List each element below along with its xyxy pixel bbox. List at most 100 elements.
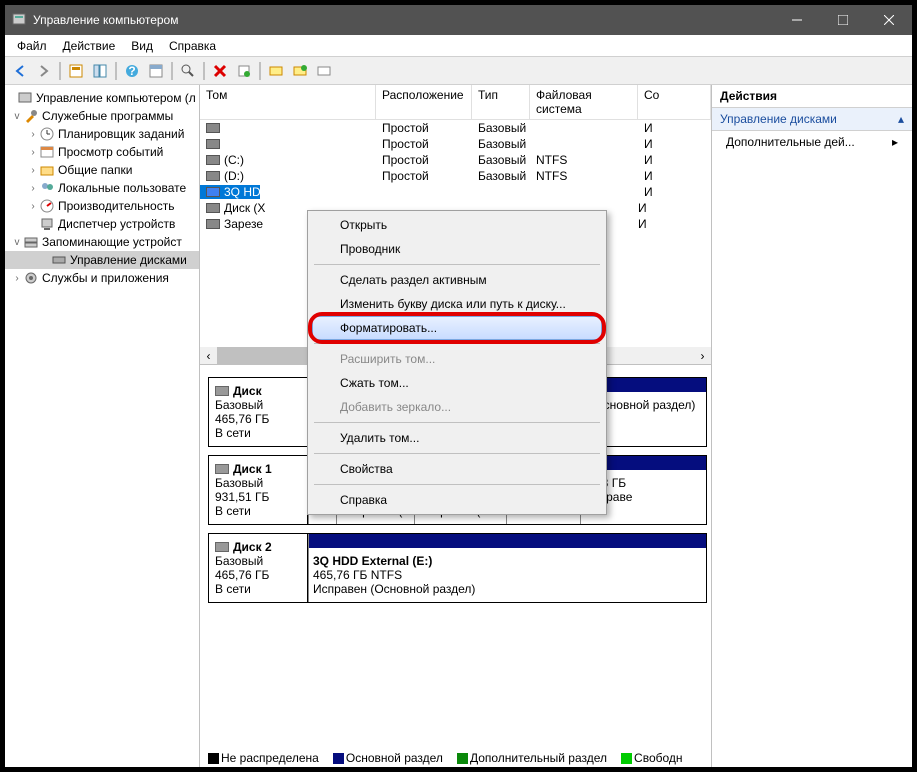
disk-type: Базовый bbox=[215, 398, 301, 412]
disk-label[interactable]: Диск Базовый 465,76 ГБ В сети bbox=[208, 377, 308, 447]
tree-services[interactable]: ›Службы и приложения bbox=[5, 269, 199, 287]
disk-icon bbox=[51, 252, 67, 268]
tree-label: Планировщик заданий bbox=[58, 127, 184, 141]
toolbar-btn-7[interactable] bbox=[289, 60, 311, 82]
forward-button[interactable] bbox=[33, 60, 55, 82]
tree-label: Производительность bbox=[58, 199, 174, 213]
disk-name: Диск 1 bbox=[233, 462, 272, 476]
app-icon bbox=[5, 12, 33, 28]
delete-icon[interactable] bbox=[209, 60, 231, 82]
disk-type: Базовый bbox=[215, 476, 301, 490]
volume-icon bbox=[206, 171, 220, 181]
tree-label: Службы и приложения bbox=[42, 271, 169, 285]
toolbar-btn-5[interactable] bbox=[233, 60, 255, 82]
disk-label[interactable]: Диск 1 Базовый 931,51 ГБ В сети bbox=[208, 455, 308, 525]
volume-icon bbox=[206, 187, 220, 197]
tree-utilities[interactable]: vСлужебные программы bbox=[5, 107, 199, 125]
volume-row[interactable]: (D:)ПростойБазовыйNTFSИ bbox=[200, 168, 711, 184]
tree-label: Запоминающие устройст bbox=[42, 235, 182, 249]
ctx-shrink[interactable]: Сжать том... bbox=[310, 371, 604, 395]
tree-users[interactable]: ›Локальные пользовате bbox=[5, 179, 199, 197]
menubar: Файл Действие Вид Справка bbox=[5, 35, 912, 57]
col-fs[interactable]: Файловая система bbox=[530, 85, 638, 119]
device-icon bbox=[39, 216, 55, 232]
maximize-button[interactable] bbox=[820, 5, 866, 35]
volume-name: Диск (X bbox=[224, 201, 265, 215]
tree-devmgr[interactable]: Диспетчер устройств bbox=[5, 215, 199, 233]
close-button[interactable] bbox=[866, 5, 912, 35]
volume-list-header: Том Расположение Тип Файловая система Со bbox=[200, 85, 711, 120]
tree-label: Служебные программы bbox=[42, 109, 173, 123]
drive-icon bbox=[215, 464, 229, 474]
tree-storage[interactable]: vЗапоминающие устройст bbox=[5, 233, 199, 251]
toolbar-btn-2[interactable] bbox=[89, 60, 111, 82]
volume-name: 3Q HDD bbox=[224, 185, 260, 199]
ctx-make-active[interactable]: Сделать раздел активным bbox=[310, 268, 604, 292]
ctx-properties[interactable]: Свойства bbox=[310, 457, 604, 481]
legend-swatch-free bbox=[621, 753, 632, 764]
window-title: Управление компьютером bbox=[33, 13, 774, 27]
volume-row-selected[interactable]: 3Q HDDИ bbox=[200, 184, 711, 200]
svg-text:?: ? bbox=[128, 64, 135, 78]
collapse-icon: ▴ bbox=[898, 112, 904, 126]
ctx-explorer[interactable]: Проводник bbox=[310, 237, 604, 261]
col-layout[interactable]: Расположение bbox=[376, 85, 472, 119]
toolbar-btn-6[interactable] bbox=[265, 60, 287, 82]
volume-icon bbox=[206, 155, 220, 165]
col-type[interactable]: Тип bbox=[472, 85, 530, 119]
volume-name: (C:) bbox=[224, 153, 244, 167]
ctx-format[interactable]: Форматировать... bbox=[310, 316, 604, 340]
disk-label[interactable]: Диск 2 Базовый 465,76 ГБ В сети bbox=[208, 533, 308, 603]
tree-shared[interactable]: ›Общие папки bbox=[5, 161, 199, 179]
tree-label: Просмотр событий bbox=[58, 145, 163, 159]
toolbar-btn-3[interactable] bbox=[145, 60, 167, 82]
ctx-open[interactable]: Открыть bbox=[310, 213, 604, 237]
tree-scheduler[interactable]: ›Планировщик заданий bbox=[5, 125, 199, 143]
volume-name: Зарезе bbox=[224, 217, 263, 231]
events-icon bbox=[39, 144, 55, 160]
volume-row[interactable]: ПростойБазовыйИ bbox=[200, 120, 711, 136]
actions-header: Действия bbox=[712, 85, 912, 108]
toolbar-btn-8[interactable] bbox=[313, 60, 335, 82]
toolbar-btn-4[interactable] bbox=[177, 60, 199, 82]
menu-action[interactable]: Действие bbox=[55, 37, 124, 55]
services-icon bbox=[23, 270, 39, 286]
partition[interactable]: 3Q HDD External (E:)465,76 ГБ NTFSИсправ… bbox=[308, 534, 706, 602]
disk-size: 931,51 ГБ bbox=[215, 490, 301, 504]
volume-row[interactable]: ПростойБазовыйИ bbox=[200, 136, 711, 152]
tree-label: Диспетчер устройств bbox=[58, 217, 175, 231]
actions-more[interactable]: Дополнительные дей... ▸ bbox=[712, 131, 912, 153]
tree-diskmgmt[interactable]: Управление дисками bbox=[5, 251, 199, 269]
ctx-extend: Расширить том... bbox=[310, 347, 604, 371]
titlebar: Управление компьютером bbox=[5, 5, 912, 35]
chevron-right-icon: ▸ bbox=[892, 135, 898, 149]
back-button[interactable] bbox=[9, 60, 31, 82]
col-volume[interactable]: Том bbox=[200, 85, 376, 119]
folder-icon bbox=[39, 162, 55, 178]
legend-swatch-extended bbox=[457, 753, 468, 764]
volume-icon bbox=[206, 123, 220, 133]
col-status[interactable]: Со bbox=[638, 85, 711, 119]
disk-block-2: Диск 2 Базовый 465,76 ГБ В сети 3Q HDD E… bbox=[208, 533, 707, 603]
menu-file[interactable]: Файл bbox=[9, 37, 55, 55]
toolbar-btn-1[interactable] bbox=[65, 60, 87, 82]
disk-name: Диск bbox=[233, 384, 262, 398]
clock-icon bbox=[39, 126, 55, 142]
minimize-button[interactable] bbox=[774, 5, 820, 35]
tree-events[interactable]: ›Просмотр событий bbox=[5, 143, 199, 161]
volume-row[interactable]: (C:)ПростойБазовыйNTFSИ bbox=[200, 152, 711, 168]
tree-label: Локальные пользовате bbox=[58, 181, 186, 195]
ctx-delete-volume[interactable]: Удалить том... bbox=[310, 426, 604, 450]
context-menu: Открыть Проводник Сделать раздел активны… bbox=[307, 210, 607, 515]
tools-icon bbox=[23, 108, 39, 124]
tree-perf[interactable]: ›Производительность bbox=[5, 197, 199, 215]
drive-icon bbox=[215, 542, 229, 552]
actions-subheader[interactable]: Управление дисками▴ bbox=[712, 108, 912, 131]
volume-icon bbox=[206, 139, 220, 149]
ctx-help[interactable]: Справка bbox=[310, 488, 604, 512]
perf-icon bbox=[39, 198, 55, 214]
help-icon[interactable]: ? bbox=[121, 60, 143, 82]
tree-root[interactable]: Управление компьютером (л bbox=[5, 89, 199, 107]
menu-view[interactable]: Вид bbox=[123, 37, 161, 55]
menu-help[interactable]: Справка bbox=[161, 37, 224, 55]
